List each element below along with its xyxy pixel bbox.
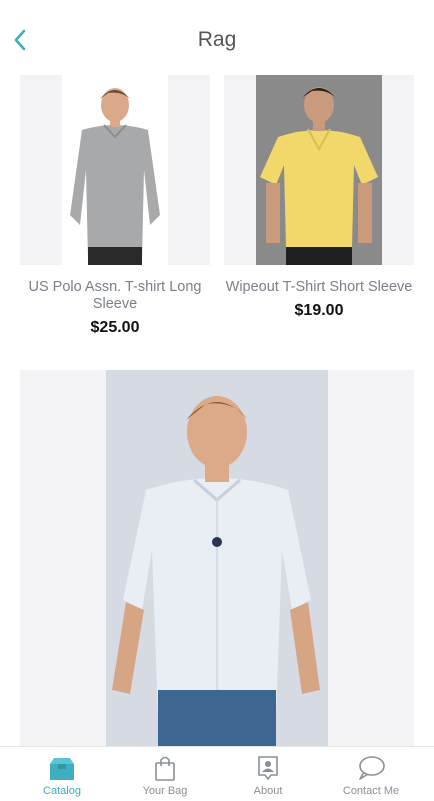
tab-label: Catalog	[43, 785, 81, 797]
grey-polo-photo	[62, 75, 168, 265]
product-card[interactable]: US Polo Assn. T-shirt Long Sleeve $25.00	[20, 75, 210, 340]
box-icon	[50, 758, 74, 780]
blue-shirt-photo	[106, 370, 328, 746]
tab-contact-me[interactable]: Contact Me	[317, 747, 425, 801]
yellow-polo-photo	[256, 75, 382, 265]
product-price: $25.00	[90, 319, 140, 336]
product-card[interactable]: Wipeout T-Shirt Short Sleeve $19.00	[224, 75, 414, 340]
person-badge-icon	[258, 756, 278, 780]
bottom-tab-bar: Catalog Your Bag About Contact Me	[0, 746, 434, 801]
tab-label: About	[253, 785, 283, 797]
tab-label: Your Bag	[142, 785, 188, 797]
tab-label: Contact Me	[342, 785, 400, 797]
page-title: Rag	[197, 28, 237, 51]
product-image	[20, 370, 414, 746]
product-image	[20, 75, 210, 265]
product-image	[224, 75, 414, 265]
app-header: Rag	[0, 0, 434, 72]
tab-catalog[interactable]: Catalog	[8, 747, 116, 801]
tab-about[interactable]: About	[214, 747, 322, 801]
tab-your-bag[interactable]: Your Bag	[111, 747, 219, 801]
bag-icon	[155, 756, 175, 781]
product-name: US Polo Assn. T-shirt Long Sleeve	[28, 279, 202, 312]
product-price: $19.00	[294, 302, 344, 319]
product-card[interactable]	[20, 370, 414, 746]
chat-bubble-icon	[359, 756, 385, 780]
product-name: Wipeout T-Shirt Short Sleeve	[225, 279, 413, 295]
